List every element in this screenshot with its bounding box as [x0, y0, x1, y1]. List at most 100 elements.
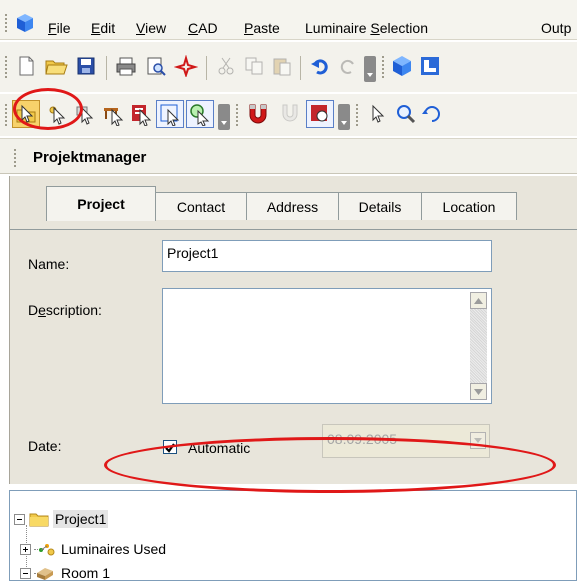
arrow-up-icon [474, 297, 483, 304]
standard-toolbar [0, 42, 577, 92]
paste-icon[interactable] [268, 52, 296, 80]
menu-view[interactable]: View [136, 20, 166, 36]
room-icon[interactable] [416, 52, 444, 80]
menu-edit[interactable]: Edit [91, 20, 115, 36]
date-label: Date: [28, 438, 62, 454]
description-scroll-up-button[interactable] [470, 292, 487, 309]
description-scroll-track[interactable] [470, 309, 487, 383]
menu-file[interactable]: File [48, 20, 71, 36]
toolbar-grip[interactable] [5, 104, 8, 126]
name-label: Name: [28, 256, 70, 272]
print-icon[interactable] [112, 52, 140, 80]
project-manager-icon[interactable] [12, 100, 40, 128]
print-preview-icon[interactable] [142, 52, 170, 80]
name-field[interactable]: Project1 [162, 240, 492, 272]
menu-edit-rest: dit [100, 20, 116, 36]
toolbar-overflow-button[interactable] [364, 56, 376, 82]
selection-icon[interactable] [72, 100, 100, 128]
pointer-icon[interactable] [364, 100, 392, 128]
toolbar-grip[interactable] [382, 56, 385, 78]
arrow-down-icon [474, 388, 483, 395]
new-document-icon[interactable] [12, 52, 40, 80]
tree-item-room-1[interactable]: Room 1 [20, 562, 110, 581]
dxf-icon[interactable] [276, 100, 304, 128]
menu-luminaire-selection-rest: election [379, 20, 428, 36]
copy-icon[interactable] [240, 52, 268, 80]
table-select-icon[interactable] [100, 100, 128, 128]
menu-luminaire-selection-pre: Luminaire [305, 20, 371, 36]
date-dropdown-button[interactable] [470, 432, 486, 449]
tab-contact[interactable]: Contact [155, 192, 247, 220]
toolbar-separator [106, 56, 107, 80]
undo-icon[interactable] [306, 52, 334, 80]
cube-icon[interactable] [388, 52, 416, 80]
save-icon[interactable] [72, 52, 100, 80]
menu-cad[interactable]: CAD [188, 20, 218, 36]
menu-paste-rest: aste [253, 20, 280, 36]
luminaires-icon [39, 544, 55, 556]
toolbar-overflow-button[interactable] [338, 104, 350, 130]
calc-icon[interactable] [306, 100, 334, 128]
folder-icon [29, 513, 49, 527]
toolbar-separator [300, 56, 301, 80]
menu-cad-rest: AD [198, 20, 218, 36]
app-cube-icon [17, 14, 33, 32]
menu-view-mnemonic: V [136, 20, 146, 36]
panel-grip[interactable] [14, 149, 16, 167]
menu-luminaire-selection-mnemonic: S [370, 20, 380, 36]
redo-icon[interactable] [334, 52, 362, 80]
toolbar-grip[interactable] [356, 104, 359, 126]
project-manager-panel: Project Contact Address Details Location… [9, 176, 577, 484]
tab-details[interactable]: Details [338, 192, 422, 220]
panel-title: Projektmanager [33, 149, 147, 166]
project-tree[interactable]: Project1 Luminaires Used Room 1 [9, 490, 577, 581]
tab-location[interactable]: Location [421, 192, 517, 220]
menu-output[interactable]: Outp [541, 20, 571, 36]
tree-item-luminaires-used[interactable]: Luminaires Used [20, 538, 166, 560]
tree-item-project1[interactable]: Project1 [14, 508, 109, 530]
zoom-icon[interactable] [392, 100, 420, 128]
menu-file-mnemonic: F [48, 20, 57, 36]
collapse-toggle[interactable] [14, 513, 25, 525]
room-icon [37, 568, 53, 580]
tab-project[interactable]: Project [46, 186, 156, 221]
toolbar-grip[interactable] [5, 56, 8, 78]
pdf-icon[interactable] [172, 52, 200, 80]
tab-strip: Project Contact Address Details Location [10, 186, 577, 230]
window-select-icon[interactable] [156, 100, 184, 128]
description-label-mnemonic: e [38, 302, 46, 318]
tab-address[interactable]: Address [246, 192, 339, 220]
menu-cad-mnemonic: C [188, 20, 199, 36]
date-picker[interactable]: 08.09.2005 [322, 424, 490, 458]
magnet-icon[interactable] [244, 100, 272, 128]
toolbar-overflow-button[interactable] [218, 104, 230, 130]
zoom-select-icon[interactable] [186, 100, 214, 128]
description-field[interactable] [162, 288, 492, 404]
selection-toolbar [0, 94, 577, 136]
name-value: Project1 [167, 245, 219, 261]
report-select-icon[interactable] [128, 100, 156, 128]
description-label-rest: scription: [45, 302, 102, 318]
description-label: Description: [28, 302, 102, 318]
luminaire-select-icon[interactable] [44, 100, 72, 128]
menu-file-rest: ile [56, 20, 71, 36]
menu-paste[interactable]: Paste [244, 20, 280, 36]
menubar-grip[interactable] [5, 14, 8, 32]
expand-toggle[interactable] [20, 543, 31, 555]
collapse-toggle[interactable] [20, 567, 31, 579]
menu-paste-mnemonic: P [244, 20, 254, 36]
menu-bar: File Edit View CAD Paste Luminaire Selec… [0, 0, 577, 40]
menu-luminaire-selection[interactable]: Luminaire Selection [305, 20, 428, 36]
toolbar-separator [206, 56, 207, 80]
menu-edit-mnemonic: E [91, 20, 101, 36]
tree-item-label: Project1 [53, 510, 109, 528]
open-folder-icon[interactable] [42, 52, 70, 80]
tab-baseline [10, 229, 577, 230]
toolbar-grip[interactable] [236, 104, 239, 126]
cut-icon[interactable] [212, 52, 240, 80]
description-scroll-down-button[interactable] [470, 383, 487, 400]
rotate-icon[interactable] [418, 100, 446, 128]
menu-view-rest: iew [145, 20, 167, 36]
automatic-checkbox[interactable] [163, 440, 177, 454]
tree-item-label: Luminaires Used [61, 541, 167, 557]
